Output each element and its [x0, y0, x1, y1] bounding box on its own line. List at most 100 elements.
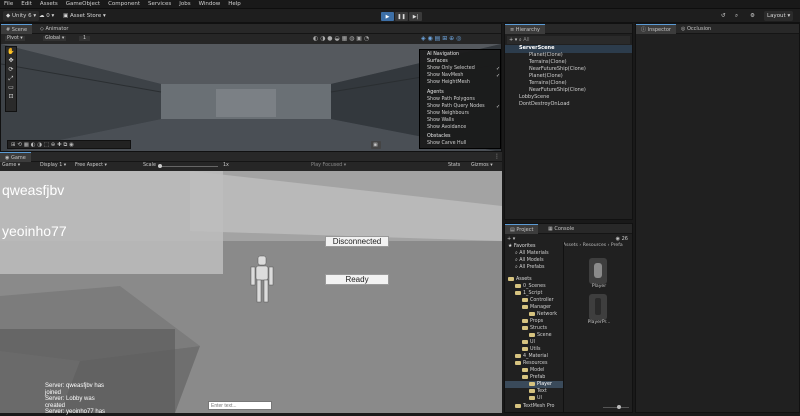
disconnected-button[interactable]: Disconnected: [325, 236, 389, 247]
hand-tool-icon[interactable]: ✋: [6, 47, 16, 56]
folder-item[interactable]: 0_Scenes: [515, 283, 546, 290]
tab-console[interactable]: ▦ Console: [543, 224, 579, 234]
tab-game[interactable]: ◉ Game: [0, 152, 31, 162]
project-toolbar[interactable]: + ▾ ◉ 26: [507, 235, 630, 243]
menu-help[interactable]: Help: [228, 0, 241, 9]
menu-assets[interactable]: Assets: [40, 0, 58, 9]
favorite-item[interactable]: ⌕ All Prefabs: [515, 264, 545, 271]
tab-scene[interactable]: # Scene: [1, 24, 33, 34]
folder-item[interactable]: Utils: [522, 346, 541, 353]
cloud-button[interactable]: ☁ 0 ▾: [36, 11, 57, 21]
show-neighbours[interactable]: Show Neighbours: [427, 111, 469, 116]
folder-item[interactable]: Props: [522, 318, 543, 325]
account-button[interactable]: ◆ Unity 6 ▾: [3, 11, 40, 21]
hierarchy-search[interactable]: + ▾ ⌕ All: [507, 36, 630, 44]
game-viewport[interactable]: [0, 171, 502, 413]
breadcrumb[interactable]: Assets › Resources › Prefa: [563, 243, 623, 248]
show-carve-hull[interactable]: Show Carve Hull: [427, 141, 466, 146]
check-icon[interactable]: ✓: [496, 66, 500, 72]
game-display-dropdown[interactable]: Game ▾: [2, 163, 20, 168]
folder-item[interactable]: Structs: [522, 325, 547, 332]
scene-view-tools[interactable]: ◐ ◑ ● ◒ ▦ ◍ ▣ ◔: [313, 35, 369, 42]
folder-item[interactable]: Assets: [508, 276, 532, 283]
history-button[interactable]: ↺: [718, 11, 729, 21]
menu-gameobject[interactable]: GameObject: [66, 0, 100, 9]
check-icon[interactable]: ✓: [496, 73, 500, 79]
show-only-selected[interactable]: Show Only Selected: [427, 66, 475, 71]
show-heightmesh[interactable]: Show HeightMesh: [427, 80, 470, 85]
more-menu-icon[interactable]: ⋮: [494, 153, 500, 160]
folder-item[interactable]: Text: [529, 388, 547, 395]
display-number-dropdown[interactable]: Display 1 ▾: [40, 163, 66, 168]
hierarchy-item-serverscene[interactable]: ServerScene: [519, 45, 554, 52]
hierarchy-item[interactable]: Planet(Clone): [529, 52, 563, 59]
folder-item-selected[interactable]: Player: [529, 381, 552, 388]
menu-edit[interactable]: Edit: [21, 0, 32, 9]
hierarchy-item[interactable]: Terrains(Clone): [529, 80, 567, 87]
asset-thumb-playerprefab[interactable]: [589, 294, 607, 320]
favorites-header[interactable]: ★ Favorites: [508, 243, 536, 250]
scale-tool-icon[interactable]: ⤢: [6, 74, 16, 83]
folder-item[interactable]: UI: [529, 395, 542, 402]
gizmo-tools[interactable]: ◈ ◉ ▤ ⊞ ⊕ ◎: [421, 35, 461, 42]
rect-tool-icon[interactable]: ▭: [6, 83, 16, 92]
layout-dropdown[interactable]: Layout ▾: [764, 11, 794, 21]
folder-item[interactable]: Resources: [515, 360, 548, 367]
asset-thumb-player[interactable]: [589, 258, 607, 284]
hierarchy-item[interactable]: Planet(Clone): [529, 73, 563, 80]
show-avoidance[interactable]: Show Avoidance: [427, 125, 466, 130]
hierarchy-item-dontdestroy[interactable]: DontDestroyOnLoad: [519, 101, 570, 108]
scene-camera-button[interactable]: ▣: [371, 141, 381, 149]
move-tool-icon[interactable]: ✥: [6, 56, 16, 65]
favorite-item[interactable]: ⌕ All Materials: [515, 250, 549, 257]
tab-inspector[interactable]: ⓘ Inspector: [636, 24, 676, 34]
transform-tool-icon[interactable]: ⊡: [6, 92, 16, 101]
folder-item[interactable]: Manager: [522, 304, 551, 311]
bottom-tool-strip[interactable]: ⊞ ⟲ ▦ ◐ ◑ ⬚ ⊕ ✚ ⧉ ◉: [7, 140, 131, 149]
zoom-slider-handle[interactable]: [617, 405, 621, 409]
settings-button[interactable]: ⚙: [747, 11, 758, 21]
folder-item[interactable]: UI: [522, 339, 535, 346]
menu-component[interactable]: Component: [108, 0, 140, 9]
asset-store-button[interactable]: ▣ Asset Store ▾: [60, 11, 109, 21]
zoom-slider[interactable]: [603, 405, 629, 409]
gizmos-dropdown[interactable]: Gizmos ▾: [471, 163, 493, 168]
scale-slider-handle[interactable]: [158, 164, 162, 168]
folder-item[interactable]: Prefab: [522, 374, 545, 381]
folder-item[interactable]: Model: [522, 367, 544, 374]
menu-window[interactable]: Window: [199, 0, 221, 9]
tab-animator[interactable]: ◇ Animator: [35, 24, 73, 34]
hierarchy-item-lobbyscene[interactable]: LobbyScene: [519, 94, 549, 101]
check-icon[interactable]: ✓: [496, 104, 500, 110]
global-dropdown[interactable]: Global ▾: [43, 36, 67, 41]
hierarchy-item[interactable]: NearFutureShip(Clone): [529, 66, 586, 73]
ready-button[interactable]: Ready: [325, 274, 389, 285]
pause-button[interactable]: ❚❚: [395, 12, 408, 21]
tab-occlusion[interactable]: ◎ Occlusion: [676, 24, 716, 34]
play-focused-dropdown[interactable]: Play Focused ▾: [311, 163, 346, 168]
aspect-dropdown[interactable]: Free Aspect ▾: [75, 163, 107, 168]
tab-hierarchy[interactable]: ≡ Hierarchy: [505, 24, 545, 34]
pivot-dropdown[interactable]: Pivot ▾: [5, 36, 25, 41]
menu-file[interactable]: File: [4, 0, 13, 9]
menu-services[interactable]: Services: [148, 0, 171, 9]
show-navmesh[interactable]: Show NavMesh: [427, 73, 463, 78]
menu-jobs[interactable]: Jobs: [179, 0, 190, 9]
play-button[interactable]: ▶: [381, 12, 394, 21]
hierarchy-item[interactable]: Terrains(Clone): [529, 59, 567, 66]
search-button[interactable]: ⌕: [732, 11, 741, 21]
folder-item[interactable]: TextMesh Pro: [515, 403, 554, 410]
chat-input[interactable]: [208, 401, 272, 410]
folder-item[interactable]: Scene: [529, 332, 552, 339]
rotate-tool-icon[interactable]: ⟳: [6, 65, 16, 74]
scale-slider[interactable]: [158, 164, 218, 168]
step-button[interactable]: ▶|: [409, 12, 422, 21]
folder-item[interactable]: Network: [529, 311, 557, 318]
folder-item[interactable]: Controller: [522, 297, 554, 304]
favorite-item[interactable]: ⌕ All Models: [515, 257, 544, 264]
show-path-polygons[interactable]: Show Path Polygons: [427, 97, 475, 102]
grid-size-field[interactable]: 1: [79, 36, 91, 41]
folder-item[interactable]: 1_Script: [515, 290, 542, 297]
hierarchy-item[interactable]: NearFutureShip(Clone): [529, 87, 586, 94]
folder-item[interactable]: 4_Material: [515, 353, 548, 360]
